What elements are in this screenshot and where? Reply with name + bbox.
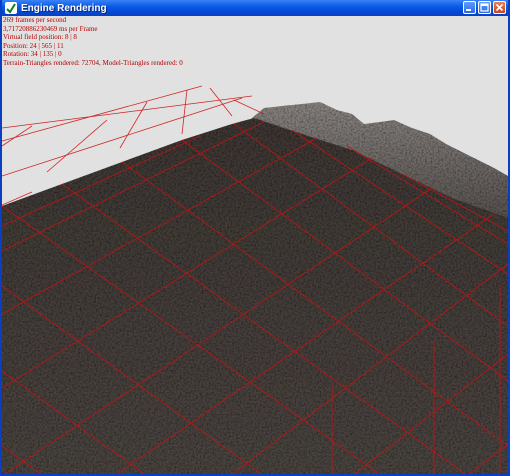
close-icon — [495, 3, 504, 12]
title-bar[interactable]: Engine Rendering — [2, 0, 508, 16]
minimize-icon — [466, 9, 471, 11]
hud-frame-time: 3,71720886230469 ms per Frame — [3, 24, 98, 33]
hud-rotation: Rotation: 34 | 135 | 0 — [3, 50, 62, 58]
close-button[interactable] — [493, 1, 506, 14]
maximize-icon — [480, 3, 489, 12]
app-icon — [5, 2, 17, 14]
hud-fps: 269 frames per second — [3, 16, 67, 24]
window-title: Engine Rendering — [21, 2, 107, 14]
minimize-button[interactable] — [463, 1, 476, 14]
window-controls — [463, 1, 506, 14]
hud-triangles: Terrain-Triangles rendered: 72704, Model… — [3, 58, 183, 67]
terrain-scene — [2, 85, 508, 474]
maximize-button[interactable] — [478, 1, 491, 14]
hud-virtual-field: Virtual field position: 8 | 8 — [3, 33, 77, 41]
render-viewport[interactable]: 269 frames per second 3,71720886230469 m… — [2, 16, 508, 474]
debug-hud: 269 frames per second 3,71720886230469 m… — [3, 16, 183, 67]
hud-position: Position: 24 | 565 | 11 — [3, 41, 64, 50]
engine-rendering-window: Engine Rendering 269 frames per second 3… — [0, 0, 510, 476]
